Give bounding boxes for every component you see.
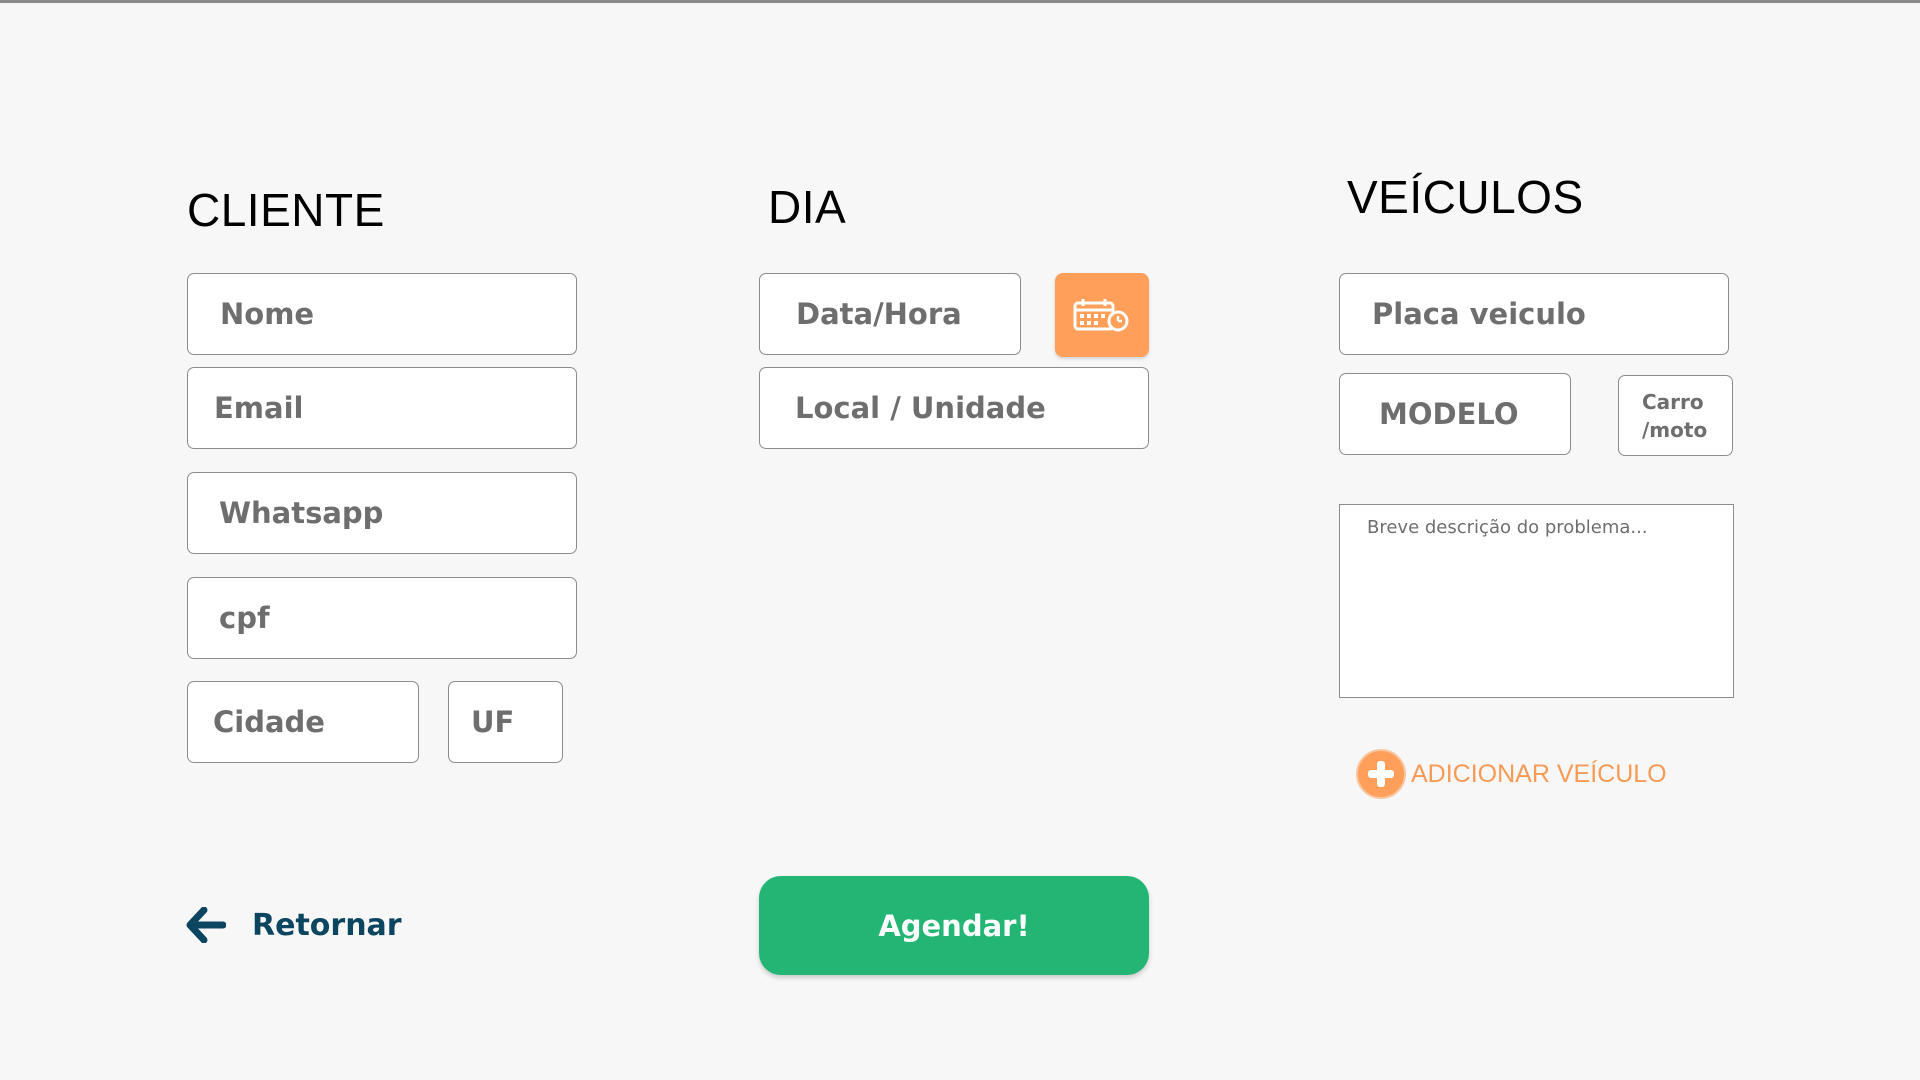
email-placeholder: Email: [214, 391, 304, 425]
cidade-field[interactable]: Cidade: [187, 681, 419, 763]
uf-field[interactable]: UF: [448, 681, 563, 763]
local-unidade-placeholder: Local / Unidade: [795, 391, 1046, 425]
veiculos-title: VEÍCULOS: [1347, 171, 1584, 223]
nome-field[interactable]: Nome: [187, 273, 577, 355]
agendar-label: Agendar!: [878, 908, 1030, 943]
whatsapp-field[interactable]: Whatsapp: [187, 472, 577, 554]
tipo-line2: /moto: [1642, 417, 1708, 442]
cliente-title: CLIENTE: [187, 184, 385, 236]
add-vehicle-button[interactable]: ADICIONAR VEÍCULO: [1355, 748, 1667, 800]
tipo-veiculo-field[interactable]: Carro /moto: [1618, 375, 1733, 456]
add-vehicle-label: ADICIONAR VEÍCULO: [1411, 759, 1667, 788]
modelo-placeholder: MODELO: [1379, 397, 1519, 431]
data-hora-field[interactable]: Data/Hora: [759, 273, 1021, 355]
cpf-placeholder: cpf: [219, 601, 270, 635]
dia-title: DIA: [768, 181, 847, 233]
top-border: [0, 0, 1920, 3]
descricao-placeholder: Breve descrição do problema...: [1367, 517, 1648, 538]
placa-veiculo-placeholder: Placa veiculo: [1372, 297, 1586, 331]
email-field[interactable]: Email: [187, 367, 577, 449]
tipo-line1: Carro: [1642, 389, 1704, 414]
nome-placeholder: Nome: [220, 297, 315, 331]
plus-circle-icon: [1356, 749, 1406, 799]
arrow-left-icon: [186, 907, 226, 943]
return-link[interactable]: Retornar: [186, 907, 402, 943]
return-label: Retornar: [252, 907, 402, 943]
data-hora-placeholder: Data/Hora: [796, 297, 962, 331]
cpf-field[interactable]: cpf: [187, 577, 577, 659]
placa-veiculo-field[interactable]: Placa veiculo: [1339, 273, 1729, 355]
local-unidade-field[interactable]: Local / Unidade: [759, 367, 1149, 449]
whatsapp-placeholder: Whatsapp: [219, 496, 384, 530]
descricao-textarea[interactable]: Breve descrição do problema...: [1339, 504, 1734, 698]
calendar-button[interactable]: [1055, 273, 1149, 357]
calendar-clock-icon: [1073, 299, 1129, 332]
uf-placeholder: UF: [471, 705, 515, 739]
agendar-button[interactable]: Agendar!: [759, 876, 1149, 975]
modelo-field[interactable]: MODELO: [1339, 373, 1571, 455]
cidade-placeholder: Cidade: [213, 705, 325, 739]
